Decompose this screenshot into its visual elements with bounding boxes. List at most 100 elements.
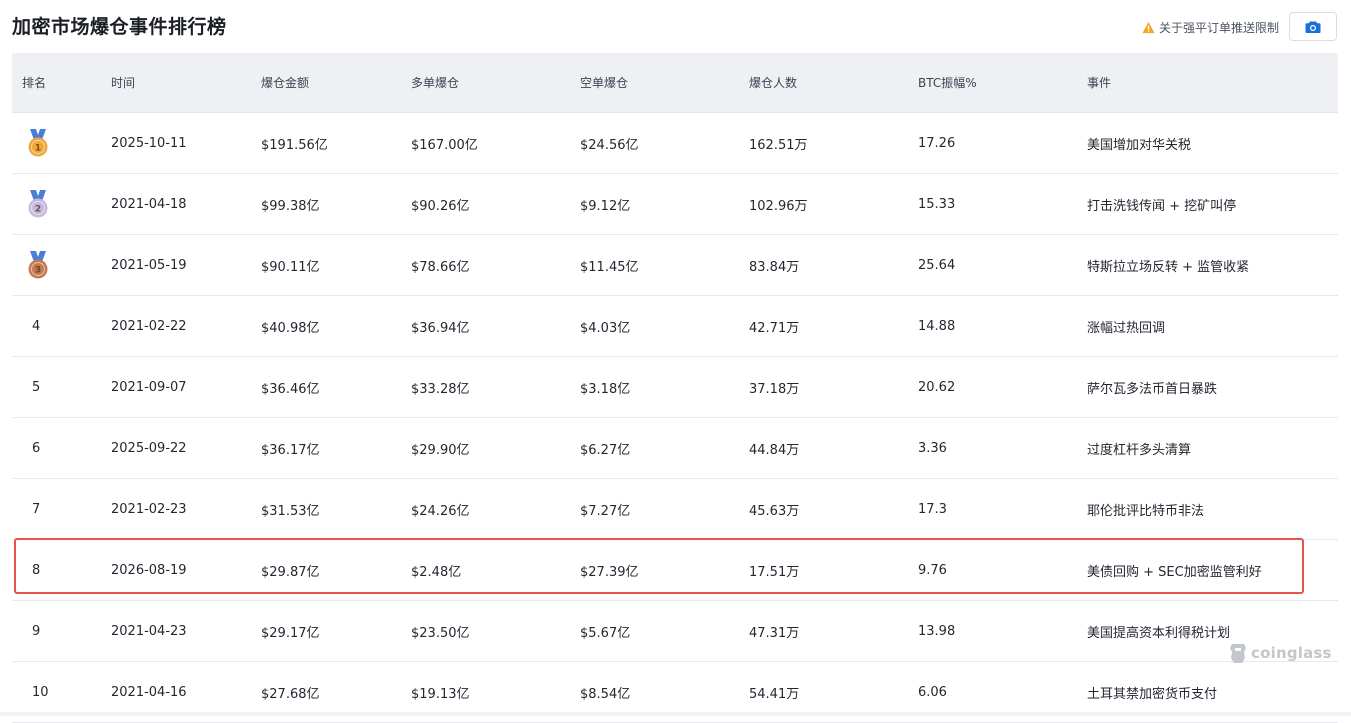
cell-btc-amplitude: 15.33 — [918, 196, 956, 212]
warning-icon — [1142, 21, 1155, 34]
cell-event: 美国提高资本利得税计划 — [1087, 625, 1231, 641]
cell-date: 2025-09-22 — [111, 440, 187, 456]
cell-short-liquidation: $4.03亿 — [580, 320, 631, 336]
cell-total-liquidation: $99.38亿 — [261, 198, 320, 214]
cell-total-liquidation: $90.11亿 — [261, 259, 320, 275]
cell-event: 涨幅过热回调 — [1087, 320, 1166, 336]
medal-rank-label: 3 — [35, 266, 41, 276]
header-event: 事件 — [1087, 76, 1112, 90]
table-row: 4 2021-02-22 $40.98亿 $36.94亿 $4.03亿 42.71万 14.… — [12, 296, 1338, 357]
cell-long-liquidation: $78.66亿 — [411, 259, 470, 275]
screenshot-button[interactable] — [1289, 12, 1337, 41]
liquidation-notice-link[interactable]: 关于强平订单推送限制 — [1142, 19, 1279, 36]
cell-btc-amplitude: 13.98 — [918, 623, 956, 639]
cell-long-liquidation: $2.48亿 — [411, 564, 462, 580]
cell-rank: 8 — [32, 562, 41, 578]
cell-short-liquidation: $5.67亿 — [580, 625, 631, 641]
cell-total-liquidation: $36.17亿 — [261, 442, 320, 458]
cell-date: 2021-02-22 — [111, 318, 187, 334]
table-row: 5 2021-09-07 $36.46亿 $33.28亿 $3.18亿 37.18万 20.… — [12, 357, 1338, 418]
cell-total-liquidation: $31.53亿 — [261, 503, 320, 519]
cell-liquidated-people: 47.31万 — [749, 625, 800, 641]
coinglass-logo-icon — [1230, 644, 1246, 663]
table-body: 1 2025-10-11 $191.56亿 $167.00亿 $24.56亿 162.51… — [12, 113, 1338, 723]
header-date: 时间 — [111, 76, 136, 90]
cell-liquidated-people: 45.63万 — [749, 503, 800, 519]
cell-event: 美国增加对华关税 — [1087, 137, 1192, 153]
cell-date: 2021-04-18 — [111, 196, 187, 212]
header-long-liquidation: 多单爆仓 — [411, 76, 460, 90]
table-row: 1 2025-10-11 $191.56亿 $167.00亿 $24.56亿 162.51… — [12, 113, 1338, 174]
medal-gold-icon: 1 — [26, 113, 50, 173]
cell-btc-amplitude: 14.88 — [918, 318, 956, 334]
cell-short-liquidation: $11.45亿 — [580, 259, 639, 275]
cell-date: 2025-10-11 — [111, 135, 187, 151]
header-liquidated-people: 爆仓人数 — [749, 76, 798, 90]
cell-btc-amplitude: 17.3 — [918, 501, 947, 517]
watermark-text: coinglass — [1251, 644, 1332, 662]
cell-rank: 9 — [32, 623, 41, 639]
bottom-divider — [0, 712, 1351, 716]
table-row: 7 2021-02-23 $31.53亿 $24.26亿 $7.27亿 45.63万 17.… — [12, 479, 1338, 540]
cell-btc-amplitude: 20.62 — [918, 379, 956, 395]
cell-date: 2021-02-23 — [111, 501, 187, 517]
header-short-liquidation: 空单爆仓 — [580, 76, 629, 90]
cell-total-liquidation: $29.87亿 — [261, 564, 320, 580]
cell-date: 2021-04-23 — [111, 623, 187, 639]
table-header: 排名 时间 爆仓金额 多单爆仓 空单爆仓 爆仓人数 BTC振幅% 事件 — [12, 53, 1338, 113]
cell-liquidated-people: 102.96万 — [749, 198, 808, 214]
cell-rank: 7 — [32, 501, 41, 517]
cell-event: 特斯拉立场反转 + 监管收紧 — [1087, 259, 1250, 275]
cell-liquidated-people: 42.71万 — [749, 320, 800, 336]
page-title: 加密市场爆仓事件排行榜 — [12, 16, 227, 38]
cell-long-liquidation: $24.26亿 — [411, 503, 470, 519]
cell-total-liquidation: $29.17亿 — [261, 625, 320, 641]
coinglass-watermark: coinglass — [1228, 642, 1332, 664]
cell-btc-amplitude: 3.36 — [918, 440, 947, 456]
camera-icon — [1305, 21, 1321, 33]
cell-rank: 5 — [32, 379, 41, 395]
cell-event: 过度杠杆多头清算 — [1087, 442, 1192, 458]
cell-long-liquidation: $167.00亿 — [411, 137, 478, 153]
cell-short-liquidation: $24.56亿 — [580, 137, 639, 153]
cell-short-liquidation: $9.12亿 — [580, 198, 631, 214]
cell-date: 2021-09-07 — [111, 379, 187, 395]
cell-short-liquidation: $6.27亿 — [580, 442, 631, 458]
table-row: 6 2025-09-22 $36.17亿 $29.90亿 $6.27亿 44.84万 3.3… — [12, 418, 1338, 479]
cell-total-liquidation: $191.56亿 — [261, 137, 328, 153]
table-row: 3 2021-05-19 $90.11亿 $78.66亿 $11.45亿 83.84万 25… — [12, 235, 1338, 296]
cell-long-liquidation: $33.28亿 — [411, 381, 470, 397]
cell-short-liquidation: $7.27亿 — [580, 503, 631, 519]
cell-liquidated-people: 83.84万 — [749, 259, 800, 275]
notice-label: 关于强平订单推送限制 — [1159, 21, 1280, 35]
table-row: 8 2026-08-19 $29.87亿 $2.48亿 $27.39亿 17.51万 9.7… — [12, 540, 1338, 601]
cell-long-liquidation: $29.90亿 — [411, 442, 470, 458]
cell-rank: 4 — [32, 318, 41, 334]
cell-liquidated-people: 37.18万 — [749, 381, 800, 397]
medal-silver-icon: 2 — [26, 174, 50, 234]
medal-rank-label: 2 — [35, 205, 41, 215]
header-rank: 排名 — [22, 76, 47, 90]
cell-event: 萨尔瓦多法币首日暴跌 — [1087, 381, 1218, 397]
cell-event: 耶伦批评比特币非法 — [1087, 503, 1205, 519]
cell-liquidated-people: 162.51万 — [749, 137, 808, 153]
cell-date: 2026-08-19 — [111, 562, 187, 578]
cell-total-liquidation: $36.46亿 — [261, 381, 320, 397]
cell-event: 美债回购 + SEC加密监管利好 — [1087, 564, 1262, 580]
cell-event: 打击洗钱传闻 + 挖矿叫停 — [1087, 198, 1237, 214]
cell-total-liquidation: $40.98亿 — [261, 320, 320, 336]
cell-btc-amplitude: 9.76 — [918, 562, 947, 578]
liquidation-ranking-table: 排名 时间 爆仓金额 多单爆仓 空单爆仓 爆仓人数 BTC振幅% 事件 1 202… — [12, 53, 1338, 723]
cell-short-liquidation: $27.39亿 — [580, 564, 639, 580]
table-row: 9 2021-04-23 $29.17亿 $23.50亿 $5.67亿 47.31万 13.… — [12, 601, 1338, 662]
cell-long-liquidation: $36.94亿 — [411, 320, 470, 336]
medal-bronze-icon: 3 — [26, 235, 50, 295]
cell-btc-amplitude: 17.26 — [918, 135, 956, 151]
cell-long-liquidation: $90.26亿 — [411, 198, 470, 214]
cell-liquidated-people: 44.84万 — [749, 442, 800, 458]
cell-liquidated-people: 17.51万 — [749, 564, 800, 580]
table-row: 2 2021-04-18 $99.38亿 $90.26亿 $9.12亿 102.96万 15… — [12, 174, 1338, 235]
cell-short-liquidation: $3.18亿 — [580, 381, 631, 397]
header-total-liquidation: 爆仓金额 — [261, 76, 310, 90]
cell-date: 2021-05-19 — [111, 257, 187, 273]
